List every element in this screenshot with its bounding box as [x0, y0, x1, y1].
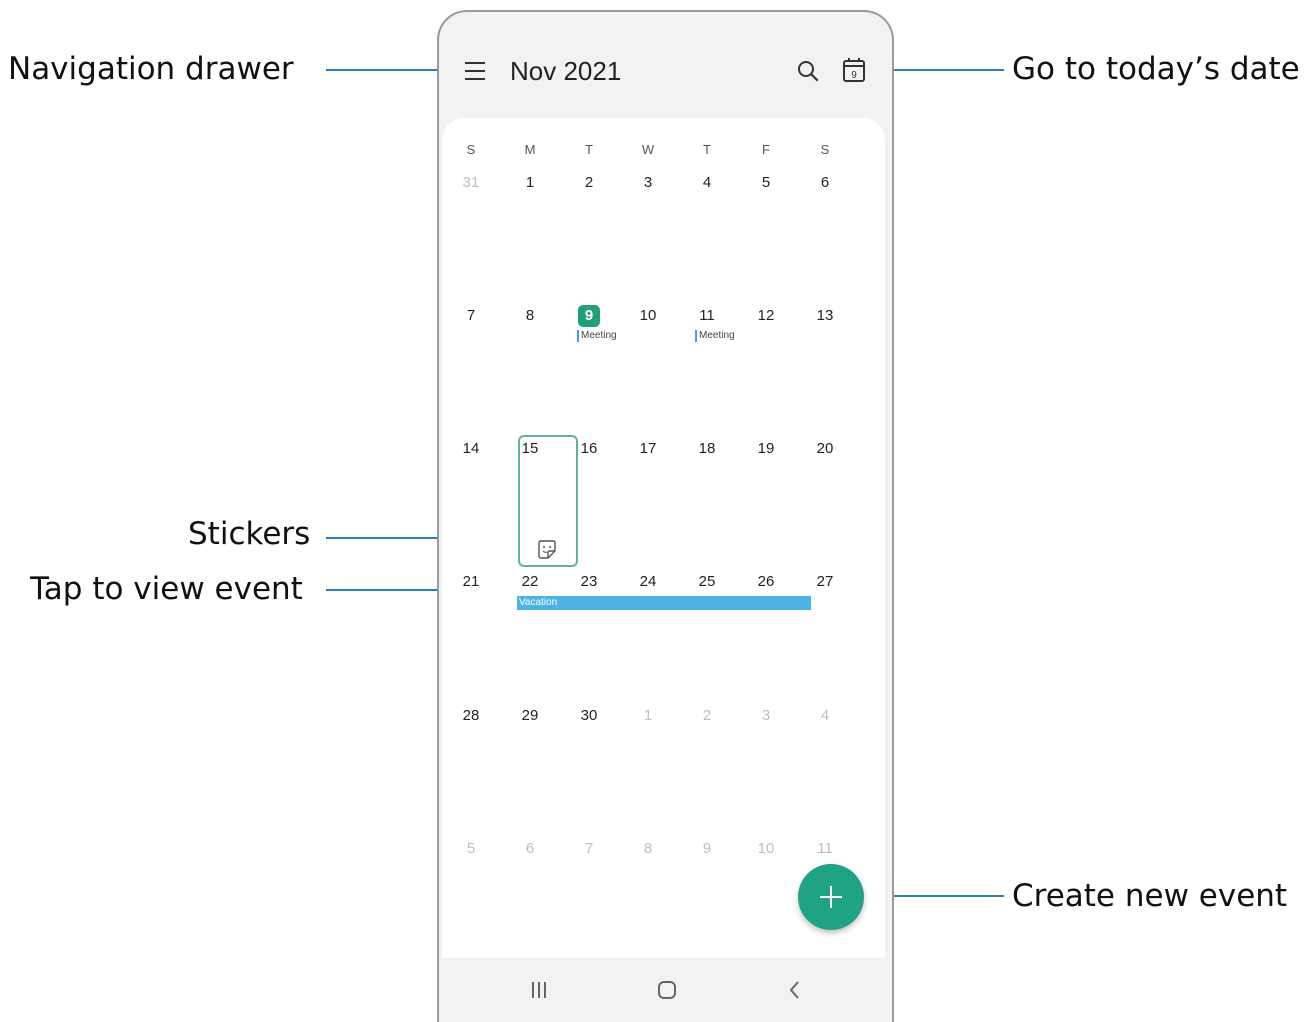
day-cell[interactable]: 10: [746, 840, 786, 858]
weekday-label: S: [820, 142, 830, 157]
day-cell[interactable]: 3: [628, 174, 668, 192]
month-grid: S M T W T F S 31 1 2 3 4 5 6 7 8 9 10 11…: [442, 118, 885, 958]
day-cell[interactable]: 6: [805, 174, 845, 192]
today-icon-day: 9: [851, 70, 857, 81]
event-chip[interactable]: Meeting: [577, 330, 617, 342]
day-cell[interactable]: 15: [510, 440, 550, 458]
event-chip[interactable]: Meeting: [695, 330, 735, 342]
callout-navigation-drawer: Navigation drawer: [8, 51, 294, 87]
day-cell[interactable]: 14: [451, 440, 491, 458]
day-cell[interactable]: 7: [569, 840, 609, 858]
day-cell[interactable]: 21: [451, 573, 491, 591]
day-cell[interactable]: 18: [687, 440, 727, 458]
day-cell[interactable]: 22: [510, 573, 550, 591]
phone-screen: Nov 2021 9 S M T W T F S 31 1 2 3 4 5 6 …: [437, 10, 894, 1022]
calendar-today-icon[interactable]: 9: [842, 56, 866, 84]
create-event-button[interactable]: [798, 864, 864, 930]
day-cell[interactable]: 6: [510, 840, 550, 858]
day-cell[interactable]: 5: [451, 840, 491, 858]
callout-create-event: Create new event: [1012, 878, 1288, 914]
day-cell[interactable]: 3: [746, 707, 786, 725]
day-cell[interactable]: 11: [687, 307, 727, 325]
callout-stickers: Stickers: [188, 516, 311, 552]
day-cell[interactable]: 13: [805, 307, 845, 325]
home-icon[interactable]: [657, 980, 677, 1000]
day-cell[interactable]: 29: [510, 707, 550, 725]
day-cell[interactable]: 19: [746, 440, 786, 458]
event-bar-vacation[interactable]: Vacation: [517, 596, 811, 610]
weekday-label: F: [762, 142, 770, 157]
day-cell[interactable]: 8: [628, 840, 668, 858]
search-icon[interactable]: [796, 59, 820, 83]
day-cell[interactable]: 7: [451, 307, 491, 325]
back-icon[interactable]: [785, 980, 805, 1000]
day-cell[interactable]: 2: [569, 174, 609, 192]
day-cell[interactable]: 1: [628, 707, 668, 725]
day-cell[interactable]: 9: [687, 840, 727, 858]
menu-icon[interactable]: [465, 62, 485, 80]
day-cell[interactable]: 4: [687, 174, 727, 192]
day-cell[interactable]: 30: [569, 707, 609, 725]
day-cell[interactable]: 2: [687, 707, 727, 725]
weekday-label: W: [641, 142, 655, 157]
day-cell[interactable]: 23: [569, 573, 609, 591]
month-title[interactable]: Nov 2021: [510, 56, 621, 87]
system-nav-bar: [439, 960, 892, 1020]
day-cell[interactable]: 27: [805, 573, 845, 591]
sticker-icon[interactable]: [536, 539, 558, 561]
day-cell[interactable]: 12: [746, 307, 786, 325]
weekday-label: S: [466, 142, 476, 157]
day-cell[interactable]: 24: [628, 573, 668, 591]
day-cell[interactable]: 31: [451, 174, 491, 192]
weekday-label: M: [524, 142, 536, 157]
day-cell[interactable]: 16: [569, 440, 609, 458]
day-cell[interactable]: 26: [746, 573, 786, 591]
app-bar: Nov 2021 9: [439, 12, 892, 120]
recent-apps-icon[interactable]: [529, 980, 549, 1000]
callout-view-event: Tap to view event: [30, 571, 303, 607]
weekday-label: T: [703, 142, 711, 157]
day-cell[interactable]: 5: [746, 174, 786, 192]
day-cell[interactable]: 20: [805, 440, 845, 458]
day-cell[interactable]: 28: [451, 707, 491, 725]
day-cell[interactable]: 17: [628, 440, 668, 458]
day-cell[interactable]: 8: [510, 307, 550, 325]
day-cell[interactable]: 4: [805, 707, 845, 725]
day-cell[interactable]: 1: [510, 174, 550, 192]
callout-today: Go to today’s date: [1012, 51, 1300, 87]
day-cell[interactable]: 11: [805, 840, 845, 858]
day-cell[interactable]: 10: [628, 307, 668, 325]
day-cell-today[interactable]: 9: [569, 307, 609, 325]
day-cell[interactable]: 25: [687, 573, 727, 591]
weekday-label: T: [585, 142, 593, 157]
